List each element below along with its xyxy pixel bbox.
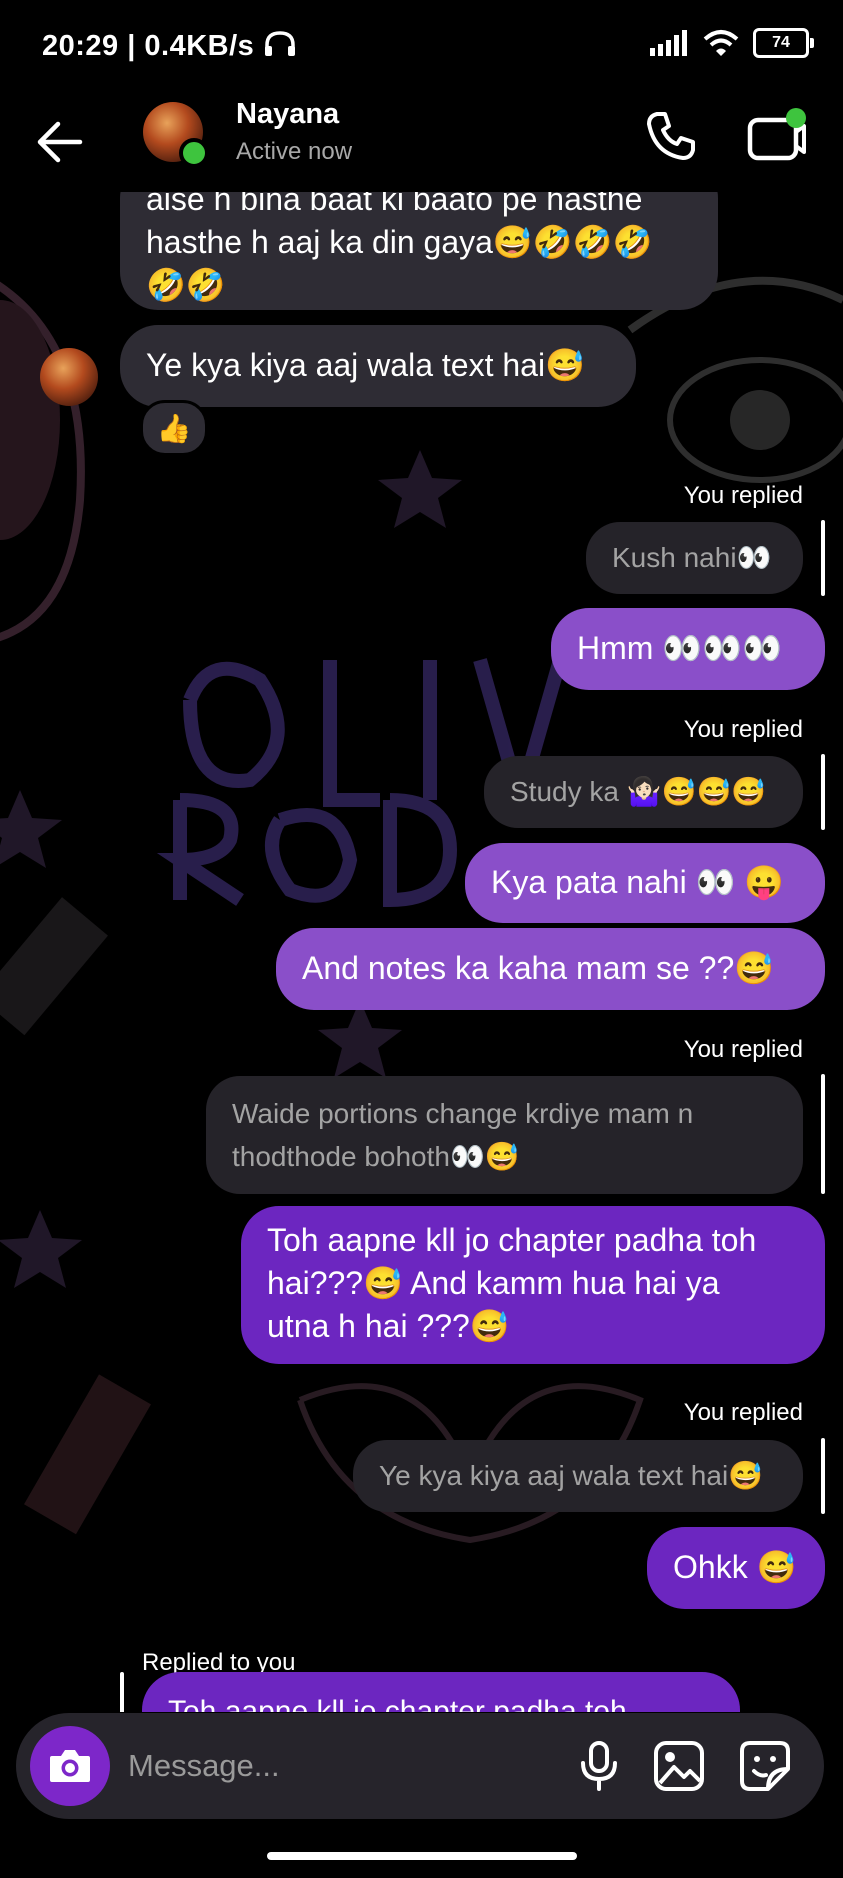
sender-avatar[interactable] xyxy=(40,348,98,406)
message-text: And notes ka kaha mam se ??😅 xyxy=(302,950,775,986)
contact-avatar[interactable] xyxy=(143,102,209,168)
quoted-message[interactable]: Study ka 🤷🏻‍♀️😅😅😅 xyxy=(484,756,803,828)
message-text: Ohkk 😅 xyxy=(673,1549,797,1585)
arrow-left-icon[interactable] xyxy=(32,114,88,170)
video-camera-icon[interactable] xyxy=(744,106,808,166)
message-text: Kya pata nahi 👀 😛 xyxy=(491,864,785,900)
message-composer xyxy=(16,1713,824,1819)
message-bubble-outgoing[interactable]: Ohkk 😅 xyxy=(647,1527,825,1609)
home-indicator[interactable] xyxy=(267,1852,577,1860)
quoted-message[interactable]: Ye kya kiya aaj wala text hai😅 xyxy=(353,1440,803,1512)
message-text: 🤣🤣 xyxy=(146,267,226,303)
camera-icon xyxy=(50,1750,90,1782)
quoted-text: Kush nahi👀 xyxy=(612,542,772,573)
message-bubble-outgoing[interactable]: Kya pata nahi 👀 😛 xyxy=(465,843,825,923)
online-indicator xyxy=(179,138,209,168)
message-text: hasthe h aaj ka din gaya😅🤣🤣🤣 xyxy=(146,224,653,260)
status-time-text: 20:29 | 0.4KB/s xyxy=(42,30,255,62)
battery-icon: 74 xyxy=(753,28,814,58)
wifi-icon xyxy=(703,30,739,56)
message-bubble-incoming[interactable]: Ye kya kiya aaj wala text hai😅 xyxy=(120,325,636,407)
message-text: aise h bina baat ki baato pe hasthe xyxy=(146,190,643,217)
quoted-text: Waide portions change krdiye mam n xyxy=(232,1098,694,1129)
thumbs-up-icon: 👍 xyxy=(156,412,192,444)
contact-status: Active now xyxy=(236,138,353,165)
headphones-icon xyxy=(264,31,295,56)
message-bubble-incoming[interactable]: aise h bina baat ki baato pe hasthe hast… xyxy=(120,190,718,310)
quoted-text: Ye kya kiya aaj wala text hai😅 xyxy=(379,1460,764,1491)
reply-indicator-bar xyxy=(120,1672,124,1712)
message-bubble-outgoing[interactable]: Hmm 👀👀👀 xyxy=(551,608,825,690)
replied-label: You replied xyxy=(683,716,803,743)
camera-button[interactable] xyxy=(30,1726,110,1806)
reply-indicator-bar xyxy=(821,754,825,830)
quoted-message[interactable]: Kush nahi👀 xyxy=(586,522,803,594)
reaction-badge[interactable]: 👍 xyxy=(140,400,208,456)
replied-label: You replied xyxy=(683,482,803,509)
message-text: Hmm 👀👀👀 xyxy=(577,630,782,666)
message-text: utna h hai ???😅 xyxy=(267,1308,510,1344)
status-time-speed: 20:29 | 0.4KB/s xyxy=(42,30,297,63)
chat-header: Nayana Active now xyxy=(0,92,843,192)
quoted-text: Study ka 🤷🏻‍♀️😅😅😅 xyxy=(510,776,767,807)
message-list[interactable]: aise h bina baat ki baato pe hasthe hast… xyxy=(0,190,843,1712)
message-input[interactable] xyxy=(128,1743,548,1789)
reply-indicator-bar xyxy=(821,1438,825,1514)
message-text: Toh aapne kll jo chapter padha toh xyxy=(267,1222,757,1258)
message-bubble-outgoing[interactable]: And notes ka kaha mam se ??😅 xyxy=(276,928,825,1010)
microphone-icon[interactable] xyxy=(572,1739,626,1793)
message-text: hai???😅 And kamm hua hai ya xyxy=(267,1265,720,1301)
reply-indicator-bar xyxy=(821,520,825,596)
signal-icon xyxy=(650,30,687,56)
quoted-text: Toh aapne kll jo chapter padha toh hai??… xyxy=(168,1695,627,1712)
quoted-message[interactable]: Toh aapne kll jo chapter padha toh hai??… xyxy=(142,1672,740,1712)
status-bar: 20:29 | 0.4KB/s 74 xyxy=(0,0,843,92)
status-icons: 74 xyxy=(649,28,814,58)
battery-level: 74 xyxy=(772,34,790,51)
phone-icon[interactable] xyxy=(643,108,699,164)
contact-name[interactable]: Nayana xyxy=(236,98,339,131)
sticker-icon[interactable] xyxy=(738,1739,792,1793)
replied-label: You replied xyxy=(683,1036,803,1063)
message-bubble-outgoing[interactable]: Toh aapne kll jo chapter padha toh hai??… xyxy=(241,1206,825,1364)
replied-label: You replied xyxy=(683,1399,803,1426)
reply-indicator-bar xyxy=(821,1074,825,1194)
quoted-message[interactable]: Waide portions change krdiye mam n thodt… xyxy=(206,1076,803,1194)
message-text: Ye kya kiya aaj wala text hai😅 xyxy=(146,347,585,383)
quoted-text: thodthode bohoth👀😅 xyxy=(232,1141,520,1172)
image-icon[interactable] xyxy=(652,1739,706,1793)
